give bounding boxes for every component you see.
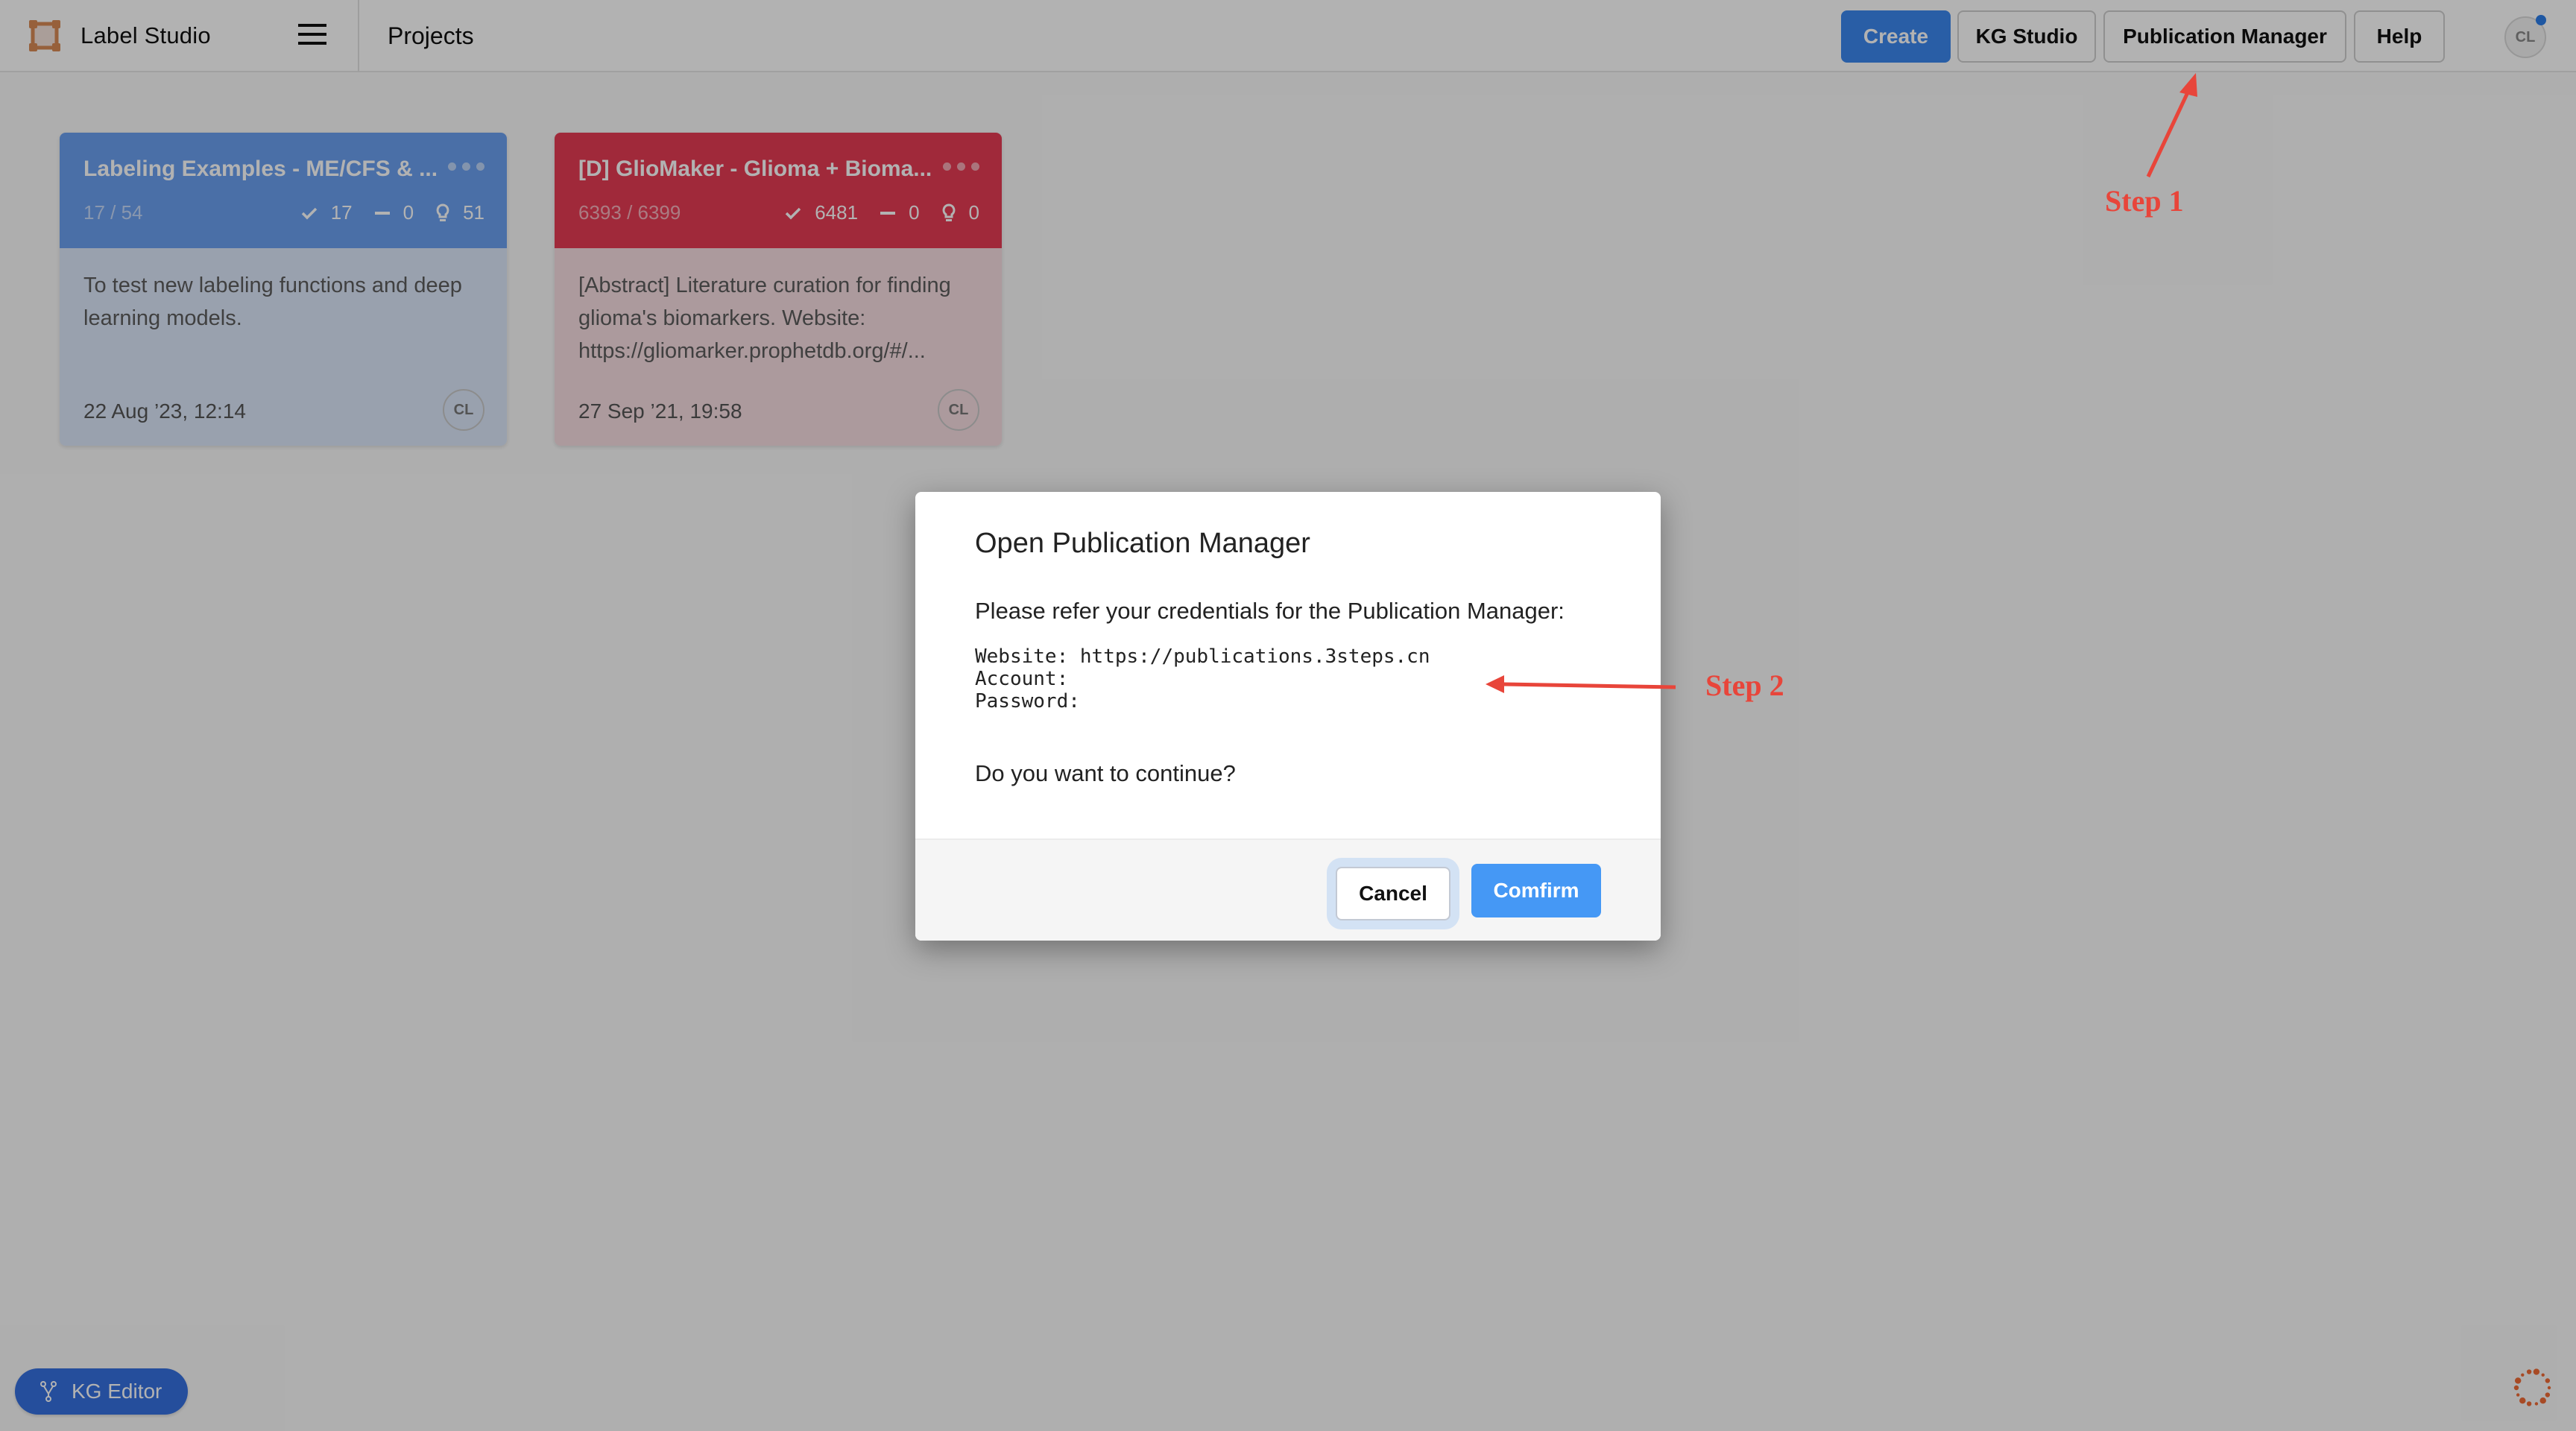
confirm-button[interactable]: Comfirm bbox=[1471, 864, 1601, 917]
password-label: Password: bbox=[975, 690, 1080, 713]
account-label: Account: bbox=[975, 668, 1069, 690]
website-label: Website: bbox=[975, 645, 1069, 668]
step1-label: Step 1 bbox=[2105, 184, 2184, 218]
dialog-question: Do you want to continue? bbox=[975, 760, 1236, 786]
step2-label: Step 2 bbox=[1705, 669, 1784, 702]
dialog-footer: Cancel Comfirm bbox=[915, 838, 1661, 941]
password-line: Password: bbox=[975, 690, 1430, 713]
dialog-intro: Please refer your credentials for the Pu… bbox=[975, 598, 1565, 624]
account-line: Account: bbox=[975, 668, 1430, 690]
website-line: Website: https://publications.3steps.cn bbox=[975, 645, 1430, 668]
dialog-title: Open Publication Manager bbox=[975, 528, 1310, 559]
credentials-block: Website: https://publications.3steps.cn … bbox=[975, 645, 1430, 713]
publication-manager-dialog: Open Publication Manager Please refer yo… bbox=[915, 492, 1661, 941]
website-value: https://publications.3steps.cn bbox=[1079, 645, 1430, 668]
cancel-button[interactable]: Cancel bbox=[1336, 867, 1450, 920]
